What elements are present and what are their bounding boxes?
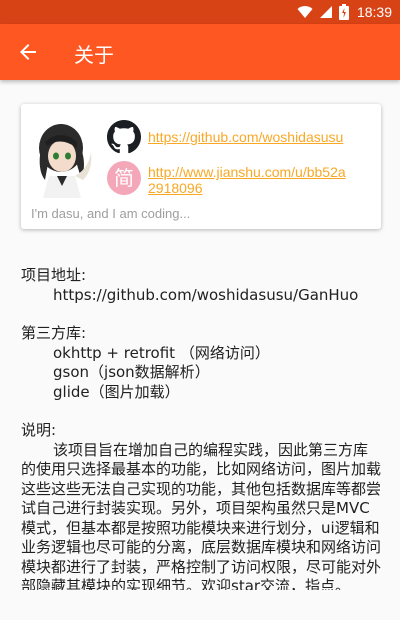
jianshu-icon[interactable]: 简 xyxy=(107,161,141,195)
lib-item: okhttp + retrofit （网络访问） xyxy=(53,343,270,362)
wifi-icon xyxy=(297,6,313,19)
jianshu-link[interactable]: http://www.jianshu.com/u/bb52a2918096 xyxy=(148,164,348,196)
card-tagline: I'm dasu, and I am coding... xyxy=(31,206,191,221)
app-bar: 关于 xyxy=(0,24,400,80)
description-label: 说明: xyxy=(21,421,57,439)
github-link[interactable]: https://github.com/woshidasusu xyxy=(148,129,343,145)
status-time: 18:39 xyxy=(356,4,392,20)
about-content: 项目地址: https://github.com/woshidasusu/Gan… xyxy=(21,266,381,590)
status-bar: 18:39 xyxy=(0,0,400,24)
project-url: https://github.com/woshidasusu/GanHuo xyxy=(53,285,359,304)
profile-card: https://github.com/woshidasusu 简 http://… xyxy=(21,104,381,229)
battery-icon xyxy=(338,4,349,20)
third-party-libs-label: 第三方库: xyxy=(21,324,87,342)
status-icons: 18:39 xyxy=(297,2,392,22)
lib-item: glide（图片加载） xyxy=(53,382,180,401)
arrow-back-icon[interactable] xyxy=(16,40,40,64)
page-title: 关于 xyxy=(74,43,114,67)
signal-icon xyxy=(319,6,332,18)
github-icon[interactable] xyxy=(107,120,141,154)
avatar xyxy=(39,124,92,198)
description-text: 该项目旨在增加自己的编程实践，因此第三方库的使用只选择最基本的功能，比如网络访问… xyxy=(21,440,381,591)
lib-item: gson（json数据解析） xyxy=(53,363,210,381)
project-address-label: 项目地址: xyxy=(21,266,87,284)
